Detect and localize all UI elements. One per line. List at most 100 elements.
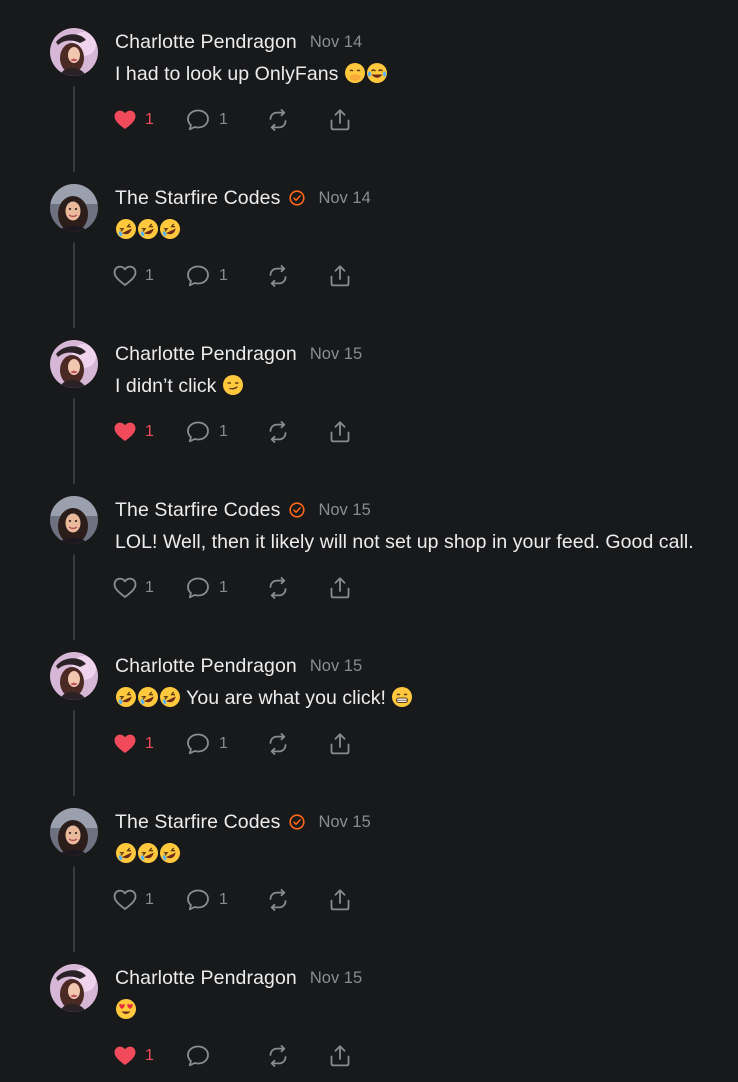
tears-of-joy-emoji <box>366 62 387 83</box>
reply-count: 1 <box>219 111 228 128</box>
author-name[interactable]: Charlotte Pendragon <box>115 655 297 678</box>
comment-date[interactable]: Nov 15 <box>310 657 362 676</box>
like-button[interactable]: 1 <box>113 885 185 915</box>
rofl-emoji <box>115 686 136 707</box>
avatar-charlotte-pendragon[interactable] <box>50 28 98 76</box>
share-button[interactable] <box>327 729 367 759</box>
restack-button[interactable] <box>265 261 327 291</box>
comment-actions: 1 1 <box>113 261 367 291</box>
heart-icon <box>113 264 137 288</box>
rofl-emoji <box>159 686 180 707</box>
rofl-emoji <box>115 842 136 863</box>
comment-bubble-icon <box>185 263 211 289</box>
avatar-charlotte-pendragon[interactable] <box>50 340 98 388</box>
comment-bubble-icon <box>185 731 211 757</box>
restack-icon <box>265 731 291 757</box>
rofl-emoji <box>115 218 136 239</box>
restack-button[interactable] <box>265 729 327 759</box>
comment-header: Charlotte Pendragon Nov 15 <box>115 654 362 678</box>
share-button[interactable] <box>327 261 367 291</box>
comment-actions: 1 1 <box>113 729 367 759</box>
reply-button[interactable]: 1 <box>185 261 265 291</box>
avatar-starfire-codes[interactable] <box>50 808 98 856</box>
comment-bubble-icon <box>185 575 211 601</box>
comment-body <box>115 998 137 1022</box>
author-name[interactable]: The Starfire Codes <box>115 811 280 834</box>
restack-icon <box>265 575 291 601</box>
comment: Charlotte Pendragon Nov 15 You are what … <box>0 624 738 796</box>
author-name[interactable]: Charlotte Pendragon <box>115 967 297 990</box>
reply-button[interactable]: 1 <box>185 417 265 447</box>
grin-emoji <box>391 686 413 707</box>
author-name[interactable]: The Starfire Codes <box>115 187 280 210</box>
heart-icon <box>113 420 137 444</box>
heart-icon <box>113 1044 137 1068</box>
heart-icon <box>113 888 137 912</box>
share-button[interactable] <box>327 105 367 135</box>
comment-bubble-icon <box>185 887 211 913</box>
comment-text: You are what you click! <box>181 687 392 709</box>
comment-body: I didn’t click <box>115 374 244 398</box>
like-button[interactable]: 1 <box>113 573 185 603</box>
heart-icon <box>113 732 137 756</box>
share-button[interactable] <box>327 573 367 603</box>
comment-header: The Starfire Codes Nov 14 <box>115 186 371 210</box>
author-name[interactable]: Charlotte Pendragon <box>115 343 297 366</box>
restack-button[interactable] <box>265 1041 327 1071</box>
restack-button[interactable] <box>265 885 327 915</box>
like-button[interactable]: 1 <box>113 105 185 135</box>
avatar-charlotte-pendragon[interactable] <box>50 964 98 1012</box>
like-button[interactable]: 1 <box>113 417 185 447</box>
restack-button[interactable] <box>265 417 327 447</box>
reply-button[interactable] <box>185 1041 265 1071</box>
like-button[interactable]: 1 <box>113 261 185 291</box>
share-button[interactable] <box>327 885 367 915</box>
comment-date[interactable]: Nov 15 <box>318 813 370 832</box>
reply-count: 1 <box>219 267 228 284</box>
comment-date[interactable]: Nov 15 <box>318 501 370 520</box>
like-count: 1 <box>145 111 154 128</box>
comment-date[interactable]: Nov 15 <box>310 969 362 988</box>
comment-header: Charlotte Pendragon Nov 15 <box>115 966 362 990</box>
comment-actions: 1 1 <box>113 573 367 603</box>
comment-bubble-icon <box>185 1043 211 1069</box>
comment: Charlotte Pendragon Nov 15 I didn’t clic… <box>0 312 738 484</box>
restack-button[interactable] <box>265 573 327 603</box>
comment-body <box>115 842 181 866</box>
share-icon <box>327 263 353 289</box>
rofl-emoji <box>137 686 158 707</box>
share-button[interactable] <box>327 1041 367 1071</box>
author-name[interactable]: The Starfire Codes <box>115 499 280 522</box>
comment-header: Charlotte Pendragon Nov 14 <box>115 30 362 54</box>
restack-icon <box>265 107 291 133</box>
restack-button[interactable] <box>265 105 327 135</box>
avatar-starfire-codes[interactable] <box>50 496 98 544</box>
author-name[interactable]: Charlotte Pendragon <box>115 31 297 54</box>
like-button[interactable]: 1 <box>113 1041 185 1071</box>
reply-button[interactable]: 1 <box>185 105 265 135</box>
like-button[interactable]: 1 <box>113 729 185 759</box>
comment-text: LOL! Well, then it likely will not set u… <box>115 531 694 553</box>
avatar-charlotte-pendragon[interactable] <box>50 652 98 700</box>
comment-body: You are what you click! <box>115 686 413 710</box>
comment-date[interactable]: Nov 14 <box>310 33 362 52</box>
restack-icon <box>265 1043 291 1069</box>
heart-icon <box>113 108 137 132</box>
comment-actions: 1 1 <box>113 105 367 135</box>
reply-button[interactable]: 1 <box>185 573 265 603</box>
reply-button[interactable]: 1 <box>185 885 265 915</box>
share-icon <box>327 1043 353 1069</box>
restack-icon <box>265 887 291 913</box>
reply-count: 1 <box>219 423 228 440</box>
comment-actions: 1 <box>113 1041 367 1071</box>
reply-button[interactable]: 1 <box>185 729 265 759</box>
comment-date[interactable]: Nov 15 <box>310 345 362 364</box>
avatar-starfire-codes[interactable] <box>50 184 98 232</box>
comment-date[interactable]: Nov 14 <box>318 189 370 208</box>
comment-text: I didn’t click <box>115 375 222 397</box>
verified-badge-icon <box>289 502 306 518</box>
reply-count: 1 <box>219 735 228 752</box>
share-button[interactable] <box>327 417 367 447</box>
comment-bubble-icon <box>185 107 211 133</box>
like-count: 1 <box>145 423 154 440</box>
